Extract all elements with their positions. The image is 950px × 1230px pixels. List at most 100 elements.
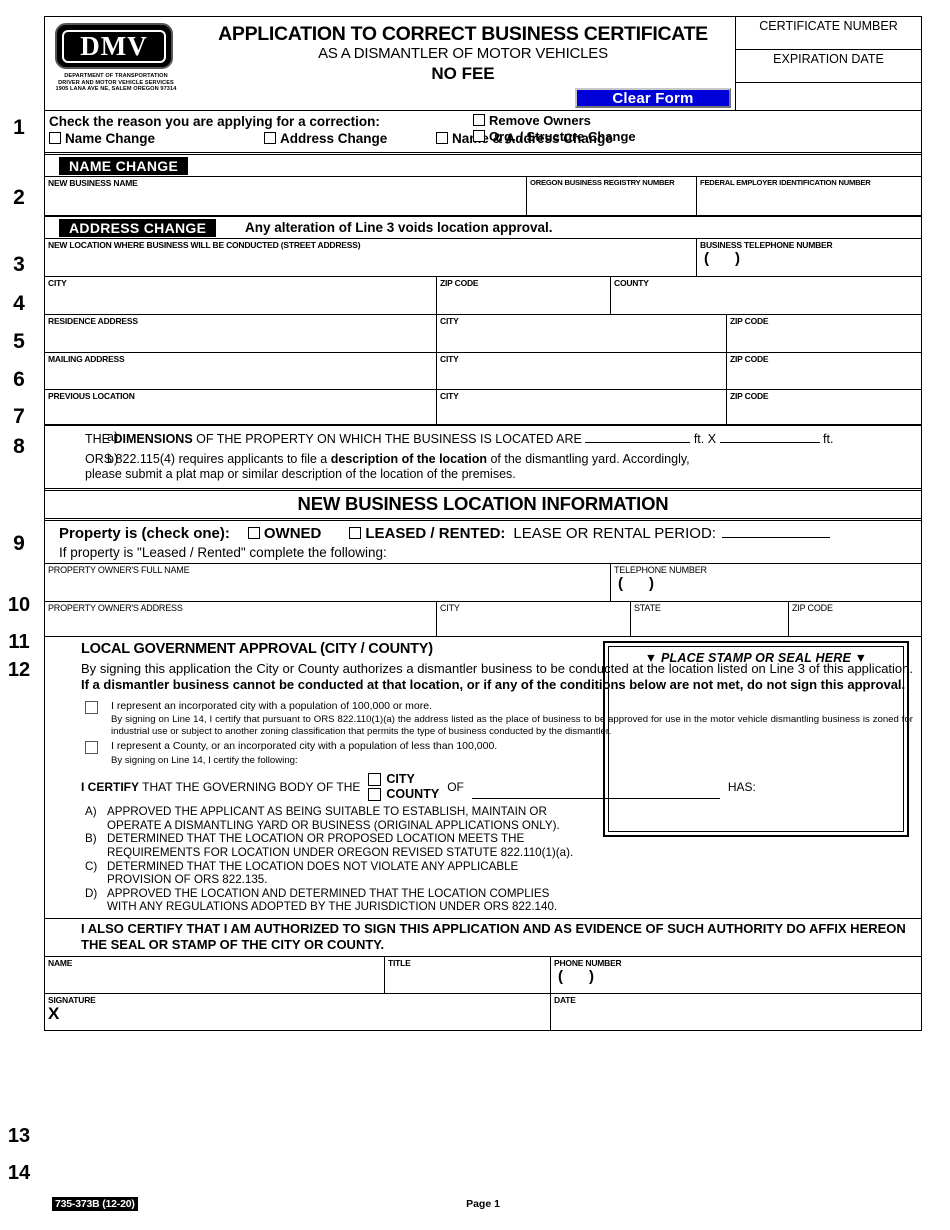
field-zip-code-line7[interactable]: ZIP CODE — [727, 390, 921, 424]
line-10-row: PROPERTY OWNER'S FULL NAME TELEPHONE NUM… — [45, 563, 921, 602]
item-b-pre: ORS 822.115(4) requires applicants to fi… — [85, 451, 331, 466]
item-b-marker: b) — [107, 451, 119, 466]
line-5-row: RESIDENCE ADDRESS CITY ZIP CODE — [45, 315, 921, 353]
checkbox-name-change[interactable]: Name Change — [49, 131, 264, 146]
field-oregon-business-registry-number[interactable]: OREGON BUSINESS REGISTRY NUMBER — [527, 177, 697, 215]
checkbox-label: Address Change — [280, 131, 388, 146]
item-a-mid: OF THE PROPERTY ON WHICH THE BUSINESS IS… — [192, 432, 586, 446]
address-change-tag-row: ADDRESS CHANGE Any alteration of Line 3 … — [45, 217, 921, 239]
field-label: SIGNATURE — [48, 995, 96, 1006]
field-signature[interactable]: SIGNATURE X — [45, 994, 551, 1031]
checkbox-box-icon[interactable] — [473, 130, 485, 142]
field-city-line5[interactable]: CITY — [437, 315, 727, 352]
line-14-row: SIGNATURE X DATE — [45, 994, 921, 1031]
field-property-owner-address[interactable]: PROPERTY OWNER'S ADDRESS — [45, 601, 437, 636]
field-previous-location[interactable]: PREVIOUS LOCATION — [45, 390, 437, 424]
line-11-row: PROPERTY OWNER'S ADDRESS CITY STATE ZIP … — [45, 601, 921, 637]
checkbox-remove-owners[interactable]: Remove Owners — [473, 113, 703, 129]
field-property-owner-city[interactable]: CITY — [437, 601, 631, 636]
certification-item-c: C) DETERMINED THAT THE LOCATION DOES NOT … — [81, 860, 581, 887]
field-property-owner-full-name[interactable]: PROPERTY OWNER'S FULL NAME — [45, 563, 611, 601]
checkbox-address-change[interactable]: Address Change — [264, 131, 436, 146]
item-text: DETERMINED THAT THE LOCATION DOES NOT VI… — [107, 859, 519, 887]
checkbox-box-icon[interactable] — [247, 526, 260, 539]
field-federal-employer-id-number[interactable]: FEDERAL EMPLOYER IDENTIFICATION NUMBER — [697, 177, 921, 215]
field-label: CITY — [440, 602, 460, 613]
certificate-number-field[interactable]: CERTIFICATE NUMBER — [736, 17, 921, 50]
checkbox-city[interactable]: CITY — [368, 772, 439, 786]
field-property-owner-telephone[interactable]: TELEPHONE NUMBER () — [611, 564, 921, 601]
phone-parens: () — [618, 574, 654, 592]
line-number-7: 7 — [13, 405, 25, 428]
stamp-seal-box[interactable]: ▼ PLACE STAMP OR SEAL HERE ▼ — [603, 640, 909, 837]
line-number-8: 8 — [13, 435, 25, 458]
field-residence-address[interactable]: RESIDENCE ADDRESS — [45, 315, 437, 352]
field-label: ZIP CODE — [730, 354, 769, 364]
field-city-line7[interactable]: CITY — [437, 390, 727, 424]
line-number-13: 13 — [7, 1125, 31, 1147]
item-b-text: ORS 822.115(4) requires applicants to fi… — [85, 452, 915, 468]
field-label: NAME — [48, 958, 73, 969]
checkbox-county[interactable]: COUNTY — [368, 787, 439, 801]
field-property-owner-state[interactable]: STATE — [631, 601, 789, 636]
expiration-date-field[interactable]: EXPIRATION DATE — [736, 50, 921, 83]
checkbox-label: Remove Owners — [489, 113, 591, 128]
dimension-input-2[interactable] — [719, 430, 820, 443]
line-3-row: NEW LOCATION WHERE BUSINESS WILL BE COND… — [45, 239, 921, 277]
section-12-local-government-approval: LOCAL GOVERNMENT APPROVAL (CITY / COUNTY… — [45, 637, 921, 920]
certification-items-list: A) APPROVED THE APPLICANT AS BEING SUITAB… — [81, 805, 581, 914]
name-change-tag-row: NAME CHANGE — [45, 155, 921, 177]
address-change-note: Any alteration of Line 3 voids location … — [245, 220, 553, 235]
field-business-telephone-number[interactable]: BUSINESS TELEPHONE NUMBER () — [697, 239, 921, 276]
lease-period-input[interactable] — [721, 525, 830, 538]
checkbox-box-icon[interactable] — [436, 132, 448, 144]
section-9-property: Property is (check one): OWNED LEASED / … — [45, 521, 921, 564]
field-new-location-street-address[interactable]: NEW LOCATION WHERE BUSINESS WILL BE COND… — [45, 239, 697, 276]
checkbox-owned[interactable]: OWNED — [247, 525, 321, 542]
field-zip-code-line6[interactable]: ZIP CODE — [727, 353, 921, 389]
field-property-owner-zip[interactable]: ZIP CODE — [789, 602, 921, 636]
property-prompt: Property is (check one): — [59, 524, 230, 542]
checkbox-leased-rented[interactable]: LEASED / RENTED: — [349, 525, 505, 542]
line-4-row: CITY ZIP CODE COUNTY — [45, 277, 921, 315]
checkbox-box-icon[interactable] — [349, 526, 362, 539]
checkbox-box-icon[interactable] — [85, 741, 98, 755]
field-new-business-name[interactable]: NEW BUSINESS NAME — [45, 177, 527, 215]
field-signer-title[interactable]: TITLE — [385, 957, 551, 994]
checkbox-org-structure-change[interactable]: Org. / Structure Change — [473, 129, 703, 145]
clear-form-button[interactable]: Clear Form — [575, 88, 731, 108]
checkbox-box-icon[interactable] — [264, 132, 276, 144]
dmv-badge-icon: DMV — [55, 23, 173, 69]
field-label: PROPERTY OWNER'S ADDRESS — [48, 602, 183, 613]
checkbox-box-icon[interactable] — [85, 700, 98, 714]
field-label: PHONE NUMBER — [554, 958, 622, 969]
stamp-seal-label: ▼ PLACE STAMP OR SEAL HERE ▼ — [644, 650, 868, 665]
line-6-row: MAILING ADDRESS CITY ZIP CODE — [45, 353, 921, 390]
field-city-line6[interactable]: CITY — [437, 353, 727, 389]
field-mailing-address[interactable]: MAILING ADDRESS — [45, 353, 437, 389]
field-zip-code-line4[interactable]: ZIP CODE — [437, 277, 611, 314]
field-signer-phone-number[interactable]: PHONE NUMBER () — [551, 957, 921, 993]
certificate-info-box: CERTIFICATE NUMBER EXPIRATION DATE — [735, 17, 921, 110]
dimension-input-1[interactable] — [585, 430, 691, 443]
line-number-5: 5 — [13, 330, 25, 353]
field-signer-name[interactable]: NAME — [45, 957, 385, 994]
checkbox-box-icon[interactable] — [368, 787, 382, 801]
certify-prefix: I CERTIFY THAT THE GOVERNING BODY OF THE — [81, 780, 360, 794]
field-county-line4[interactable]: COUNTY — [611, 277, 921, 314]
checkbox-box-icon[interactable] — [473, 114, 485, 126]
checkbox-box-icon[interactable] — [49, 132, 61, 144]
checkbox-box-icon[interactable] — [368, 772, 382, 786]
phone-parens: () — [704, 250, 740, 267]
form-frame: DMV DEPARTMENT OF TRANSPORTATION DRIVER … — [44, 16, 922, 1032]
field-signature-date[interactable]: DATE — [551, 994, 921, 1030]
field-city-line4[interactable]: CITY — [45, 277, 437, 314]
certificate-number-label: CERTIFICATE NUMBER — [759, 19, 898, 33]
item-text: APPROVED THE APPLICANT AS BEING SUITABLE… — [107, 805, 560, 832]
field-label: RESIDENCE ADDRESS — [48, 316, 138, 326]
field-label: FEDERAL EMPLOYER IDENTIFICATION NUMBER — [700, 178, 871, 187]
ft-label-1: ft. X — [693, 432, 717, 446]
ft-label-2: ft. — [823, 432, 834, 446]
line-number-14: 14 — [7, 1162, 31, 1184]
field-zip-code-line5[interactable]: ZIP CODE — [727, 315, 921, 352]
